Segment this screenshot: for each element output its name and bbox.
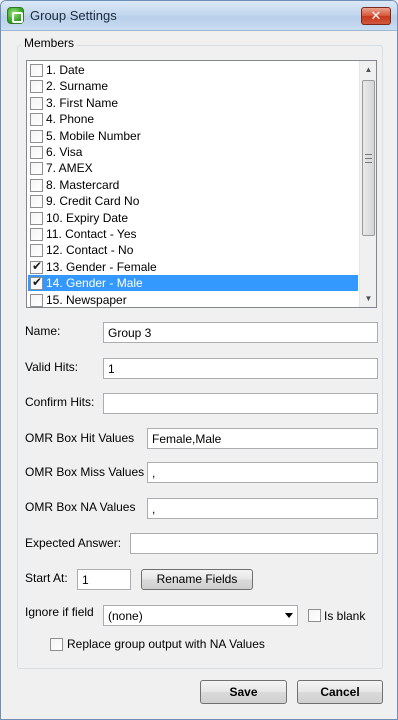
- members-legend: Members: [21, 36, 78, 50]
- member-label: 5. Mobile Number: [46, 128, 141, 143]
- vertical-scrollbar[interactable]: ▲ ▼: [359, 61, 376, 307]
- list-item[interactable]: 7. AMEX: [28, 160, 358, 176]
- member-label: 15. Newspaper: [46, 292, 127, 307]
- member-checkbox[interactable]: [30, 162, 43, 176]
- list-item[interactable]: 9. Credit Card No: [28, 193, 358, 209]
- member-label: 4. Phone: [46, 112, 95, 127]
- list-item[interactable]: 12. Contact - No: [28, 242, 358, 258]
- replace-na-label: Replace group output with NA Values: [67, 637, 265, 651]
- member-checkbox[interactable]: [30, 178, 43, 192]
- member-label: 7. AMEX: [46, 161, 93, 176]
- member-label: 1. Date: [46, 63, 85, 77]
- ignore-if-field-label: Ignore if field: [25, 605, 94, 619]
- expected-answer-field[interactable]: [130, 533, 378, 554]
- chevron-down-icon: [285, 613, 293, 618]
- member-label: 13. Gender - Female: [46, 259, 157, 274]
- member-label: 2. Surname: [46, 79, 109, 94]
- member-checkbox[interactable]: [30, 80, 43, 94]
- close-button[interactable]: ✕: [361, 7, 391, 25]
- omr-miss-field[interactable]: ,: [147, 462, 378, 483]
- confirm-hits-label: Confirm Hits:: [25, 395, 95, 409]
- member-label: 9. Credit Card No: [46, 194, 140, 209]
- member-checkbox[interactable]: [30, 129, 43, 143]
- omr-hit-field[interactable]: Female,Male: [147, 428, 378, 449]
- omr-na-label: OMR Box NA Values: [25, 500, 136, 514]
- omr-hit-label: OMR Box Hit Values: [25, 431, 135, 445]
- list-item[interactable]: 11. Contact - Yes: [28, 226, 358, 242]
- valid-hits-field[interactable]: 1: [103, 358, 378, 379]
- save-button[interactable]: Save: [200, 680, 287, 704]
- member-label: 11. Contact - Yes: [46, 227, 137, 241]
- window-title: Group Settings: [30, 8, 117, 23]
- member-checkbox[interactable]: [30, 211, 43, 225]
- grip-icon: [365, 154, 372, 163]
- name-label: Name:: [25, 324, 61, 338]
- start-at-label: Start At:: [25, 571, 68, 585]
- members-listbox[interactable]: 1. Date 2. Surname 3. First Name 4. Phone 5.…: [26, 60, 377, 308]
- ignore-field-value: (none): [108, 609, 143, 623]
- member-checkbox[interactable]: [30, 244, 43, 258]
- ignore-field-select[interactable]: (none): [103, 605, 298, 626]
- list-item[interactable]: 5. Mobile Number: [28, 128, 358, 144]
- member-checkbox[interactable]: [30, 293, 43, 307]
- is-blank-checkbox[interactable]: [308, 609, 321, 622]
- group-settings-window: Group Settings ✕ Members 1. Date 2. Surna…: [0, 0, 398, 720]
- member-checkbox[interactable]: [30, 275, 43, 291]
- list-item[interactable]: 3. First Name: [28, 95, 358, 111]
- rename-fields-button[interactable]: Rename Fields: [141, 569, 253, 590]
- member-checkbox[interactable]: [30, 259, 43, 274]
- app-icon: [7, 7, 24, 24]
- scroll-up-icon[interactable]: ▲: [360, 61, 376, 78]
- list-item[interactable]: 10. Expiry Date: [28, 210, 358, 226]
- omr-na-field[interactable]: ,: [147, 498, 378, 519]
- member-label: 8. Mastercard: [46, 177, 120, 192]
- member-checkbox[interactable]: [30, 96, 43, 110]
- member-checkbox[interactable]: [30, 228, 43, 241]
- valid-hits-label: Valid Hits:: [25, 360, 79, 374]
- is-blank-label: Is blank: [324, 609, 366, 623]
- member-checkbox[interactable]: [30, 195, 43, 209]
- list-item[interactable]: 13. Gender - Female: [28, 259, 358, 275]
- member-label: 12. Contact - No: [46, 243, 134, 258]
- member-label: 6. Visa: [46, 145, 83, 159]
- list-item[interactable]: 1. Date: [28, 62, 358, 78]
- member-checkbox[interactable]: [30, 113, 43, 127]
- title-bar[interactable]: Group Settings ✕: [1, 1, 397, 31]
- member-label: 14. Gender - Male: [46, 276, 143, 291]
- list-item[interactable]: 4. Phone: [28, 111, 358, 127]
- expected-answer-label: Expected Answer:: [25, 536, 122, 550]
- cancel-button[interactable]: Cancel: [297, 680, 383, 704]
- list-item[interactable]: 15. Newspaper: [28, 292, 358, 307]
- member-label: 3. First Name: [46, 95, 119, 110]
- member-checkbox[interactable]: [30, 146, 43, 159]
- confirm-hits-field[interactable]: [103, 393, 378, 414]
- member-checkbox[interactable]: [30, 64, 43, 77]
- list-item[interactable]: 8. Mastercard: [28, 177, 358, 193]
- member-label: 10. Expiry Date: [46, 210, 129, 225]
- list-item[interactable]: 6. Visa: [28, 144, 358, 160]
- start-at-field[interactable]: 1: [77, 569, 131, 590]
- scroll-thumb[interactable]: [362, 80, 375, 236]
- list-item[interactable]: 14. Gender - Male: [28, 275, 358, 292]
- omr-miss-label: OMR Box Miss Values: [25, 465, 145, 479]
- name-field[interactable]: Group 3: [103, 322, 378, 343]
- list-item[interactable]: 2. Surname: [28, 78, 358, 94]
- scroll-down-icon[interactable]: ▼: [360, 290, 376, 307]
- replace-na-checkbox[interactable]: [50, 638, 63, 651]
